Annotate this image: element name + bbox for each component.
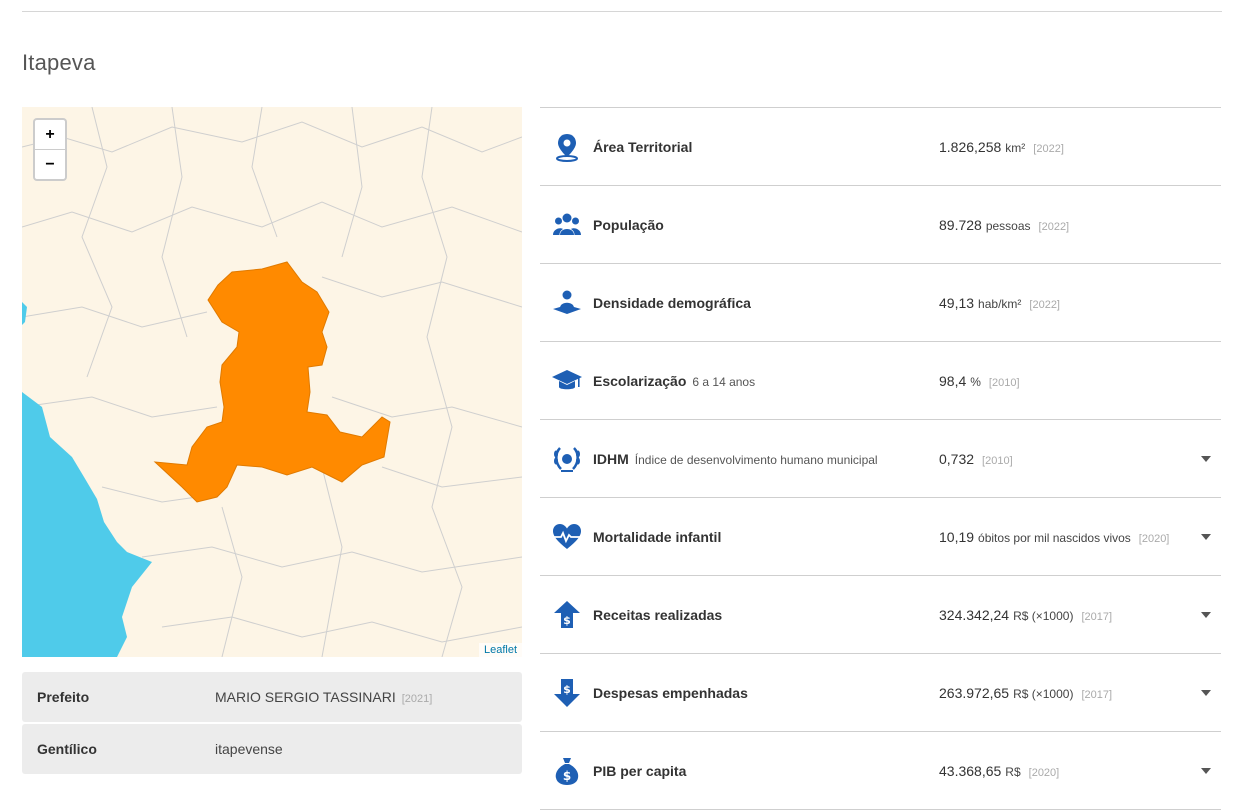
indicator-title: Escolarização (593, 373, 687, 389)
expand-chevron-icon[interactable] (1201, 534, 1211, 540)
zoom-in-button[interactable]: + (35, 120, 65, 149)
expand-chevron-icon[interactable] (1201, 612, 1211, 618)
indicator-name: Escolarização 6 a 14 anos (593, 373, 755, 389)
svg-text:$: $ (563, 683, 571, 696)
indicator-name: Área Territorial (593, 139, 693, 155)
value-unit: hab/km² (978, 297, 1022, 311)
indicator-idhm[interactable]: IDHM Índice de desenvolvimento humano mun… (540, 420, 1221, 498)
value-number: 263.972,65 (939, 685, 1010, 701)
value-year: [2022] (1029, 299, 1060, 311)
zoom-out-button[interactable]: − (35, 149, 65, 179)
indicator-name: PIB per capita (593, 763, 687, 779)
value-unit: km² (1005, 141, 1026, 155)
value-number: 0,732 (939, 451, 975, 467)
map-canvas (22, 107, 522, 657)
value-number: 324.342,24 (939, 607, 1010, 623)
expense-down-icon: $ (554, 679, 580, 707)
indicator-value: 43.368,65 R$ [2020] (939, 763, 1059, 779)
info-value: itapevense (215, 741, 283, 757)
indicator-value: 324.342,24 R$ (×1000) [2017] (939, 607, 1112, 623)
value-year: [2010] (982, 455, 1013, 467)
page-title: Itapeva (22, 50, 96, 75)
indicator-receitas[interactable]: $ Receitas realizadas 324.342,24 R$ (×100… (540, 576, 1221, 654)
indicator-name: Mortalidade infantil (593, 529, 722, 545)
money-bag-icon: $ (555, 758, 579, 785)
water-body (22, 392, 152, 657)
value-number: 10,19 (939, 529, 975, 545)
indicator-subtitle: Índice de desenvolvimento humano municip… (634, 453, 878, 467)
indicator-name: Densidade demográfica (593, 295, 751, 311)
mayor-name: MARIO SERGIO TASSINARI (215, 689, 396, 705)
value-number: 1.826,258 (939, 139, 1002, 155)
municipality-info: Prefeito MARIO SERGIO TASSINARI [2021] Ge… (22, 672, 522, 776)
indicator-value: 1.826,258 km² [2022] (939, 139, 1064, 155)
graduation-cap-icon (552, 370, 582, 390)
indicator-populacao: População 89.728 pessoas [2022] (540, 186, 1221, 264)
value-year: [2022] (1033, 143, 1064, 155)
value-unit: R$ (×1000) (1013, 609, 1074, 623)
indicator-value: 89.728 pessoas [2022] (939, 217, 1069, 233)
map-pin-icon (556, 134, 578, 162)
value-unit: óbitos por mil nascidos vivos (978, 531, 1131, 545)
expand-chevron-icon[interactable] (1201, 768, 1211, 774)
indicator-name: Receitas realizadas (593, 607, 723, 623)
info-label: Gentílico (37, 741, 97, 757)
expand-chevron-icon[interactable] (1201, 456, 1211, 462)
indicator-name: População (593, 217, 664, 233)
leaflet-attribution-link[interactable]: Leaflet (478, 643, 522, 657)
value-year: [2022] (1038, 221, 1070, 233)
revenue-up-icon: $ (554, 601, 580, 628)
person-area-icon (553, 290, 581, 314)
indicator-value: 0,732 [2010] (939, 451, 1013, 467)
expand-chevron-icon[interactable] (1201, 690, 1211, 696)
value-number: 89.728 (939, 217, 982, 233)
svg-text:$: $ (563, 769, 571, 783)
indicator-list: Área Territorial 1.826,258 km² [2022] Popu… (540, 107, 1221, 810)
value-unit: R$ (1005, 765, 1021, 779)
value-year: [2010] (988, 377, 1020, 389)
indicator-area-territorial: Área Territorial 1.826,258 km² [2022] (540, 108, 1221, 186)
top-divider (22, 11, 1222, 12)
water-body-small (22, 302, 27, 325)
indicator-escolarizacao: Escolarização 6 a 14 anos 98,4% [2010] (540, 342, 1221, 420)
indicator-name: IDHM Índice de desenvolvimento humano mun… (593, 451, 878, 467)
value-unit: R$ (×1000) (1013, 687, 1074, 701)
indicator-name: Despesas empenhadas (593, 685, 748, 701)
indicator-mortalidade[interactable]: Mortalidade infantil 10,19 óbitos por mil… (540, 498, 1221, 576)
value-unit: % (970, 375, 981, 389)
value-unit: pessoas (985, 219, 1031, 233)
value-number: 43.368,65 (939, 763, 1002, 779)
zoom-control: + − (33, 118, 67, 181)
indicator-densidade: Densidade demográfica 49,13 hab/km² [2022] (540, 264, 1221, 342)
info-row-prefeito: Prefeito MARIO SERGIO TASSINARI [2021] (22, 672, 522, 722)
heartbeat-icon (553, 524, 581, 549)
indicator-pib-per-capita[interactable]: $ PIB per capita 43.368,65 R$ [2020] (540, 732, 1221, 810)
indicator-value: 98,4% [2010] (939, 373, 1020, 389)
value-number: 49,13 (939, 295, 975, 311)
info-value: MARIO SERGIO TASSINARI [2021] (215, 689, 432, 705)
value-year: [2017] (1081, 689, 1113, 701)
indicator-value: 10,19 óbitos por mil nascidos vivos [2020] (939, 529, 1169, 545)
people-icon (553, 213, 581, 235)
value-number: 98,4 (939, 373, 967, 389)
info-label: Prefeito (37, 689, 90, 705)
info-row-gentilico: Gentílico itapevense (22, 724, 522, 774)
indicator-subtitle: 6 a 14 anos (692, 375, 756, 389)
value-year: [2020] (1028, 767, 1060, 779)
municipality-map[interactable]: + − Leaflet (22, 107, 522, 657)
highlighted-municipality (153, 261, 391, 503)
svg-text:$: $ (563, 614, 571, 627)
indicator-despesas[interactable]: $ Despesas empenhadas 263.972,65 R$ (×100… (540, 654, 1221, 732)
indicator-value: 263.972,65 R$ (×1000) [2017] (939, 685, 1112, 701)
indicator-value: 49,13 hab/km² [2022] (939, 295, 1060, 311)
value-year: [2020] (1138, 533, 1170, 545)
indicator-title: IDHM (593, 451, 629, 467)
value-year: [2017] (1081, 611, 1113, 623)
info-year: [2021] (401, 693, 433, 705)
laurel-icon (554, 447, 580, 472)
